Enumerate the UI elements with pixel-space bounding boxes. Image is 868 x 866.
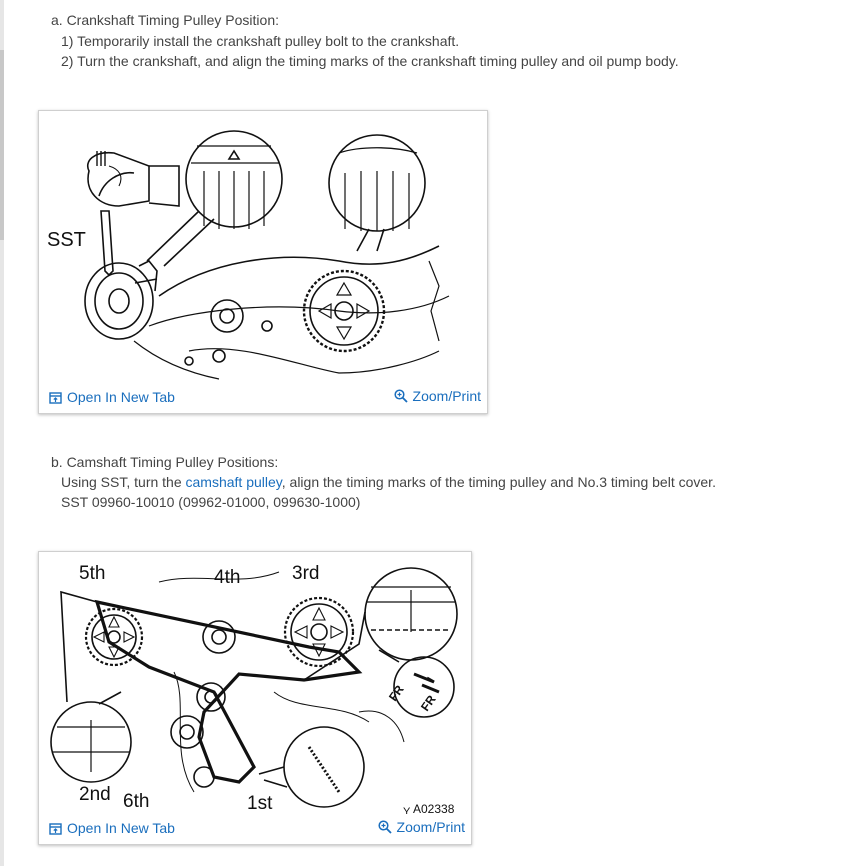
- figure-toolbar: Open In New Tab Zoom/Print: [39, 814, 471, 844]
- open-in-new-tab-button[interactable]: Open In New Tab: [49, 389, 175, 405]
- sst-label: SST: [47, 229, 86, 251]
- zoom-print-button[interactable]: Zoom/Print: [377, 819, 465, 835]
- section-b-line-1: Using SST, turn the camshaft pulley, ali…: [61, 474, 716, 490]
- camshaft-illustration: 5th 4th 3rd 2nd 6th 1st FR FR Y A02338: [50, 563, 458, 814]
- crankshaft-illustration: SST: [47, 130, 450, 380]
- zoom-print-label: Zoom/Print: [412, 388, 481, 404]
- open-new-tab-icon: [49, 391, 62, 404]
- section-a-step-2: 2) Turn the crankshaft, and align the ti…: [61, 53, 679, 69]
- figure-code: A02338: [413, 802, 455, 814]
- label-2nd: 2nd: [79, 784, 111, 805]
- section-b-line-1-end: , align the timing marks of the timing p…: [281, 474, 716, 490]
- open-new-tab-icon: [49, 822, 62, 835]
- section-b-heading: b. Camshaft Timing Pulley Positions:: [51, 454, 279, 470]
- label-1st: 1st: [247, 793, 273, 814]
- scrollbar-thumb[interactable]: [0, 50, 4, 240]
- open-in-new-tab-label: Open In New Tab: [67, 389, 175, 405]
- section-a-heading: a. Crankshaft Timing Pulley Position:: [51, 12, 279, 28]
- zoom-icon: [377, 820, 392, 834]
- crankshaft-figure: SST Open In New Tab Zoom/Print: [38, 110, 488, 414]
- section-b-line-1-start: Using SST, turn the: [61, 474, 186, 490]
- section-a-step-1: 1) Temporarily install the crankshaft pu…: [61, 33, 460, 49]
- zoom-icon: [393, 389, 408, 403]
- zoom-print-button[interactable]: Zoom/Print: [393, 388, 481, 404]
- open-in-new-tab-button[interactable]: Open In New Tab: [49, 820, 175, 836]
- open-in-new-tab-label: Open In New Tab: [67, 820, 175, 836]
- label-6th: 6th: [123, 791, 149, 812]
- label-4th: 4th: [214, 567, 240, 588]
- label-5th: 5th: [79, 563, 105, 584]
- label-3rd: 3rd: [292, 563, 319, 584]
- figure-code-prefix: Y: [403, 806, 411, 814]
- section-b-line-2: SST 09960-10010 (09962-01000, 099630-100…: [61, 494, 361, 510]
- camshaft-figure: 5th 4th 3rd 2nd 6th 1st FR FR Y A02338 O…: [38, 551, 472, 845]
- label-fr-2: FR: [418, 692, 439, 713]
- label-fr-1: FR: [386, 682, 407, 703]
- zoom-print-label: Zoom/Print: [396, 819, 465, 835]
- figure-toolbar: Open In New Tab Zoom/Print: [39, 383, 487, 413]
- camshaft-pulley-link[interactable]: camshaft pulley: [186, 474, 282, 490]
- page-left-border: [0, 0, 4, 866]
